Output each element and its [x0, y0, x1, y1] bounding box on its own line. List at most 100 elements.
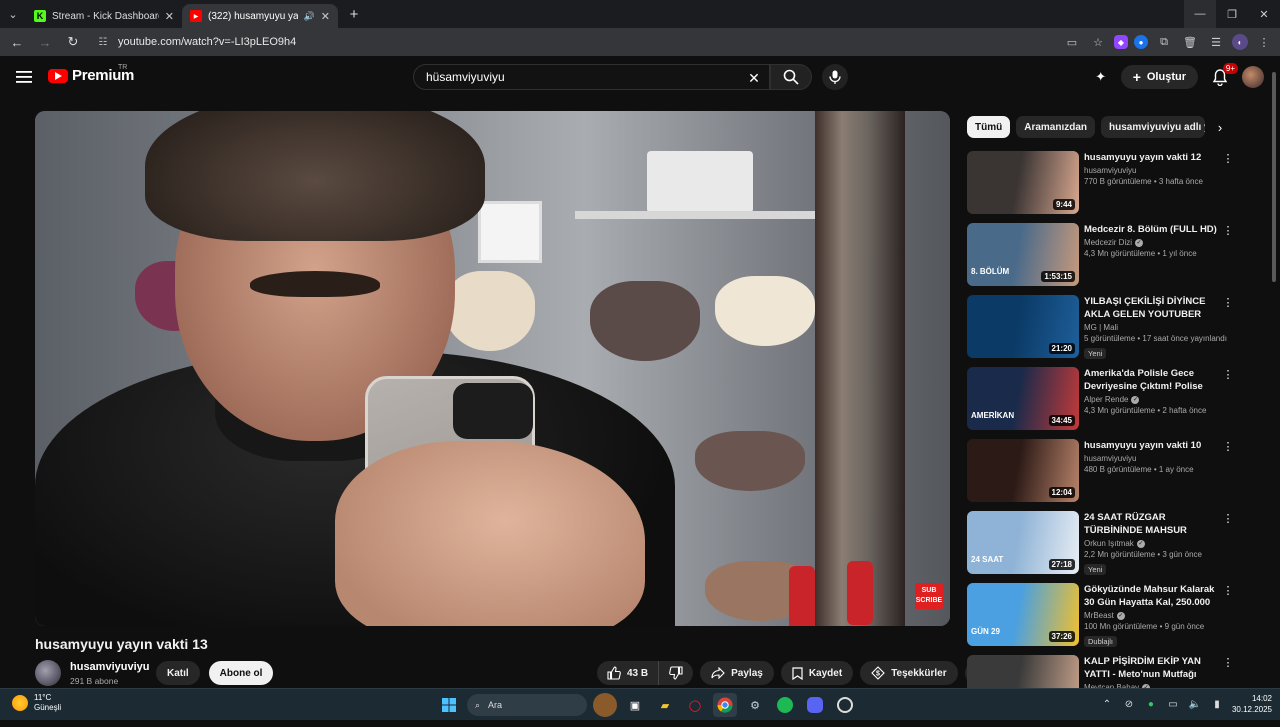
- recommendation-item[interactable]: 9:44 husamyuyu yayın vakti 12 husamviyuv…: [967, 151, 1242, 219]
- account-avatar[interactable]: [1242, 66, 1264, 88]
- recommendation-channel[interactable]: Orkun Işıtmak ✓: [1084, 539, 1224, 548]
- channel-avatar[interactable]: [35, 660, 61, 686]
- subscribe-button[interactable]: Abone ol: [208, 661, 274, 685]
- close-tab-icon[interactable]: ✕: [321, 10, 330, 23]
- more-options-icon[interactable]: ⋮: [1222, 511, 1234, 525]
- ai-sparkle-icon[interactable]: ✦: [1091, 67, 1111, 87]
- chip-from-uploader[interactable]: husamviyuviyu adlı yükleyicinin: [1101, 116, 1206, 138]
- recommendation-title[interactable]: 24 SAAT RÜZGAR TÜRBİNİNDE MAHSUR KALMAK!: [1084, 511, 1224, 537]
- chevron-right-icon[interactable]: ›: [1210, 117, 1230, 137]
- video-thumbnail[interactable]: 9:44: [967, 151, 1079, 214]
- opera-icon[interactable]: ◯: [683, 693, 707, 717]
- close-tab-icon[interactable]: ✕: [165, 10, 174, 23]
- recommendation-title[interactable]: husamyuyu yayın vakti 12: [1084, 151, 1224, 164]
- video-thumbnail[interactable]: AMERİKAN 34:45: [967, 367, 1079, 430]
- site-info-icon[interactable]: ☷: [96, 35, 110, 49]
- chip-from-search[interactable]: Aramanızdan: [1016, 116, 1096, 138]
- dislike-button[interactable]: [659, 661, 693, 685]
- close-window-button[interactable]: ✕: [1248, 0, 1280, 28]
- more-options-icon[interactable]: ⋮: [1222, 439, 1234, 453]
- recommendation-channel[interactable]: MG | Mali: [1084, 323, 1224, 332]
- more-options-icon[interactable]: ⋮: [1222, 151, 1234, 165]
- video-player[interactable]: SUB SCRIBE: [35, 111, 950, 626]
- notifications-button[interactable]: 9+: [1208, 63, 1238, 89]
- volume-icon[interactable]: 🔈: [1188, 697, 1202, 711]
- subscribe-watermark[interactable]: SUB SCRIBE: [915, 583, 943, 609]
- recommendation-item[interactable]: GÜN 29 37:26 Gökyüzünde Mahsur Kalarak 3…: [967, 583, 1242, 651]
- more-options-icon[interactable]: ⋮: [1222, 223, 1234, 237]
- video-thumbnail[interactable]: GÜN 29 37:26: [967, 583, 1079, 646]
- search-input[interactable]: [426, 70, 726, 84]
- recommendation-channel[interactable]: Alper Rende ✓: [1084, 395, 1224, 404]
- share-button[interactable]: Paylaş: [700, 661, 774, 685]
- recommendation-item[interactable]: 21:20 YILBAŞI ÇEKİLİŞİ DİYİNCE AKLA GELE…: [967, 295, 1242, 363]
- more-options-icon[interactable]: ⋮: [1222, 655, 1234, 669]
- recommendation-channel[interactable]: MrBeast ✓: [1084, 611, 1224, 620]
- chevron-up-icon[interactable]: ⌃: [1100, 697, 1114, 711]
- widget-food-icon[interactable]: [593, 693, 617, 717]
- recommendation-channel[interactable]: husamviyuviyu: [1084, 166, 1224, 175]
- tab-search-icon[interactable]: ⌄: [0, 0, 26, 28]
- recommendation-item[interactable]: 12:04 husamyuyu yayın vakti 10 husamviyu…: [967, 439, 1242, 507]
- youtube-logo[interactable]: Premium TR: [48, 64, 134, 84]
- steam-icon[interactable]: ⚙: [743, 693, 767, 717]
- profile-icon[interactable]: ◐: [1232, 34, 1248, 50]
- channel-name[interactable]: husamviyuviyu: [70, 661, 156, 673]
- system-clock[interactable]: 14:02 30.12.2025: [1232, 693, 1272, 715]
- obs-icon[interactable]: [833, 693, 857, 717]
- browser-menu-icon[interactable]: ⋮: [1254, 32, 1274, 52]
- display-icon[interactable]: ▭: [1166, 697, 1180, 711]
- task-view-icon[interactable]: ▣: [623, 693, 647, 717]
- thanks-button[interactable]: $ Teşekkürler: [860, 661, 958, 685]
- create-button[interactable]: + Oluştur: [1120, 65, 1198, 89]
- trash-icon[interactable]: 🗑: [1180, 32, 1200, 52]
- recommendation-item[interactable]: 8. BÖLÜM 1:53:15 Medcezir 8. Bölüm (FULL…: [967, 223, 1242, 291]
- more-options-icon[interactable]: ⋮: [1222, 583, 1234, 597]
- maximize-button[interactable]: ❐: [1216, 0, 1248, 28]
- reload-button[interactable]: ↻: [62, 31, 84, 53]
- recommendation-title[interactable]: YILBAŞI ÇEKİLİŞİ DİYİNCE AKLA GELEN YOUT…: [1084, 295, 1224, 321]
- more-options-icon[interactable]: ⋮: [1222, 367, 1234, 381]
- join-button[interactable]: Katıl: [156, 661, 200, 685]
- extension-twitch-icon[interactable]: ◆: [1114, 35, 1128, 49]
- cast-icon[interactable]: ▭: [1062, 32, 1082, 52]
- clear-search-icon[interactable]: ✕: [745, 69, 763, 87]
- video-thumbnail[interactable]: 8. BÖLÜM 1:53:15: [967, 223, 1079, 286]
- recommendation-title[interactable]: Medcezir 8. Bölüm (FULL HD): [1084, 223, 1224, 236]
- start-windows-icon[interactable]: [437, 693, 461, 717]
- tab-youtube-video[interactable]: ▶ (322) husamyuyu yayın va... 🔊 ✕: [182, 4, 338, 28]
- back-button[interactable]: ←: [6, 31, 28, 53]
- chip-all[interactable]: Tümü: [967, 116, 1011, 138]
- weather-widget[interactable]: 11°C Güneşli: [12, 693, 61, 713]
- speaker-icon[interactable]: 🔊: [304, 11, 315, 22]
- recommendation-title[interactable]: husamyuyu yayın vakti 10: [1084, 439, 1224, 452]
- taskbar-search[interactable]: ⌕ Ara: [467, 694, 587, 716]
- forward-button[interactable]: →: [34, 31, 56, 53]
- media-controls-icon[interactable]: ☰: [1206, 32, 1226, 52]
- video-thumbnail[interactable]: 24 SAAT 27:18: [967, 511, 1079, 574]
- battery-icon[interactable]: ▮: [1210, 697, 1224, 711]
- discord-icon[interactable]: [803, 693, 827, 717]
- like-button[interactable]: 43 B: [597, 661, 660, 685]
- save-button[interactable]: Kaydet: [780, 661, 854, 685]
- recommendation-item[interactable]: AMERİKAN 34:45 Amerika'da Polisle Gece D…: [967, 367, 1242, 435]
- recommendation-title[interactable]: KALP PİŞİRDİM EKİP YAN YATTI - Meto'nun …: [1084, 655, 1224, 681]
- bookmark-star-icon[interactable]: ☆: [1088, 32, 1108, 52]
- extension-blue-icon[interactable]: ●: [1134, 35, 1148, 49]
- extensions-puzzle-icon[interactable]: ⧉: [1154, 32, 1174, 52]
- recommendation-title[interactable]: Amerika'da Polisle Gece Devriyesine Çıkt…: [1084, 367, 1224, 393]
- recommendation-channel[interactable]: husamviyuviyu: [1084, 454, 1224, 463]
- recommendation-item[interactable]: 24 SAAT 27:18 24 SAAT RÜZGAR TÜRBİNİNDE …: [967, 511, 1242, 579]
- file-explorer-icon[interactable]: ▰: [653, 693, 677, 717]
- menu-icon[interactable]: [14, 68, 34, 86]
- search-button[interactable]: [770, 64, 812, 90]
- voice-search-button[interactable]: [822, 64, 848, 90]
- network-off-icon[interactable]: ⊘: [1122, 697, 1136, 711]
- spotify-icon[interactable]: [773, 693, 797, 717]
- scrollbar-thumb[interactable]: [1272, 72, 1276, 282]
- new-tab-button[interactable]: +: [342, 2, 366, 26]
- video-thumbnail[interactable]: 21:20: [967, 295, 1079, 358]
- more-options-icon[interactable]: ⋮: [1222, 295, 1234, 309]
- tab-kick-dashboard[interactable]: K Stream - Kick Dashboard ✕: [26, 4, 182, 28]
- video-thumbnail[interactable]: 12:04: [967, 439, 1079, 502]
